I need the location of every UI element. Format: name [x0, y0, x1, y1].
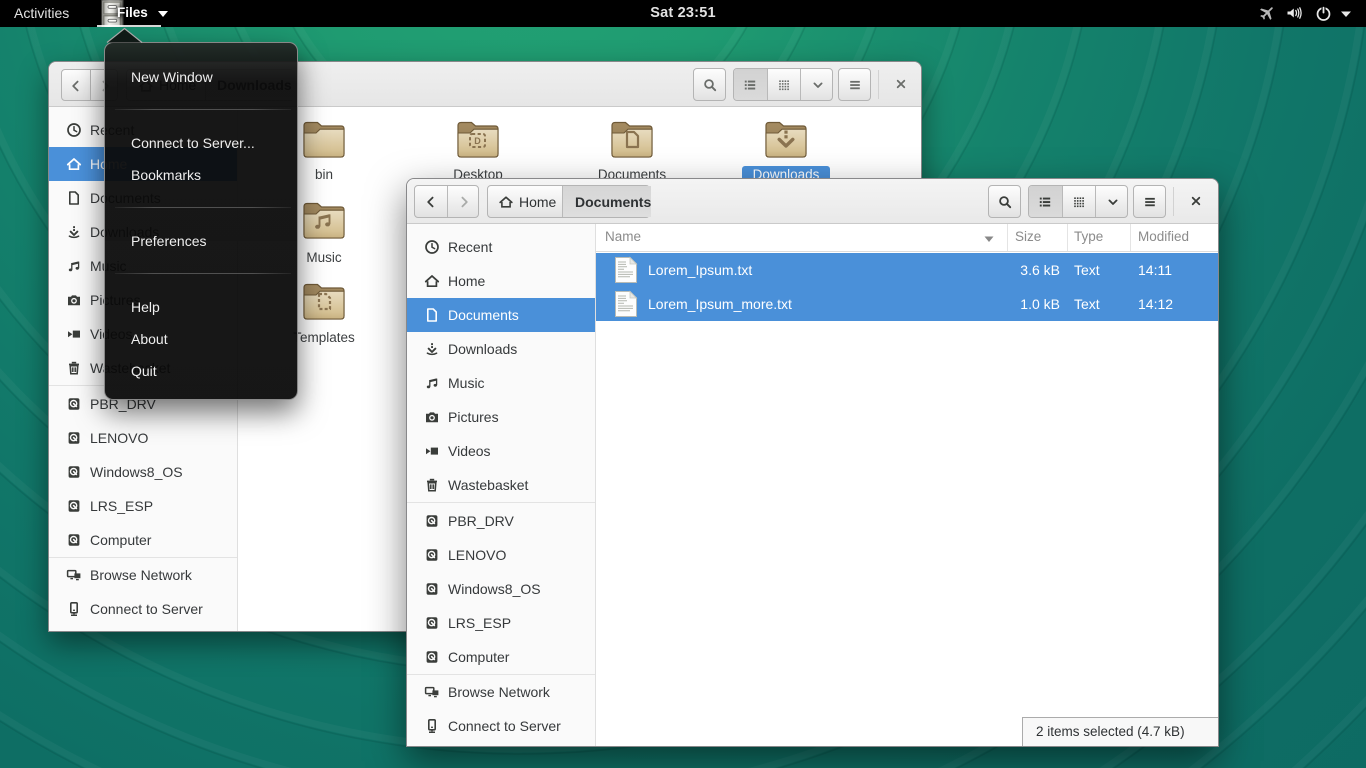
svg-text:D: D	[474, 136, 481, 146]
